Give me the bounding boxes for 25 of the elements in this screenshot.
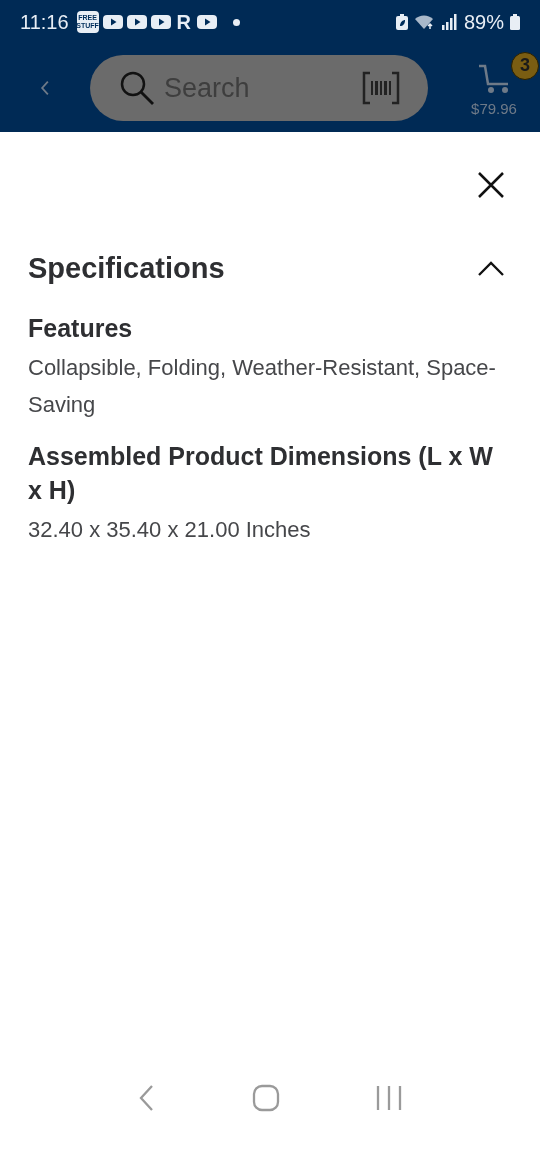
cart-count-badge: 3 (511, 51, 539, 80)
app-notification-icon: R (176, 10, 192, 34)
section-header[interactable]: Specifications (28, 252, 512, 285)
cart-total: $79.96 (471, 99, 517, 117)
play-icon (102, 15, 123, 29)
dot-icon (233, 18, 241, 26)
wifi-icon (413, 14, 436, 30)
play-icon (197, 15, 218, 29)
battery-icon (510, 14, 520, 30)
search-icon (118, 69, 156, 107)
battery-saver-icon (395, 14, 408, 30)
spec-label: Features (28, 313, 134, 344)
spec-value: 32.40 x 35.40 x 21.00 Inches (28, 516, 312, 544)
home-icon[interactable] (252, 1084, 280, 1112)
barcode-scan-icon[interactable] (362, 71, 400, 105)
signal-icon (441, 14, 458, 30)
battery-percent: 89% (463, 10, 504, 34)
spec-value: Collapsible, Folding, Weather-Resistant, Space-Saving (28, 354, 497, 419)
close-icon[interactable] (476, 170, 506, 200)
play-icon (150, 15, 171, 29)
spec-label: Assembled Product Dimensions (L x W x H) (28, 441, 494, 506)
recent-apps-icon[interactable] (374, 1084, 403, 1112)
chevron-up-icon (476, 259, 506, 278)
status-time: 11:16 (20, 10, 69, 34)
play-icon (126, 15, 147, 29)
